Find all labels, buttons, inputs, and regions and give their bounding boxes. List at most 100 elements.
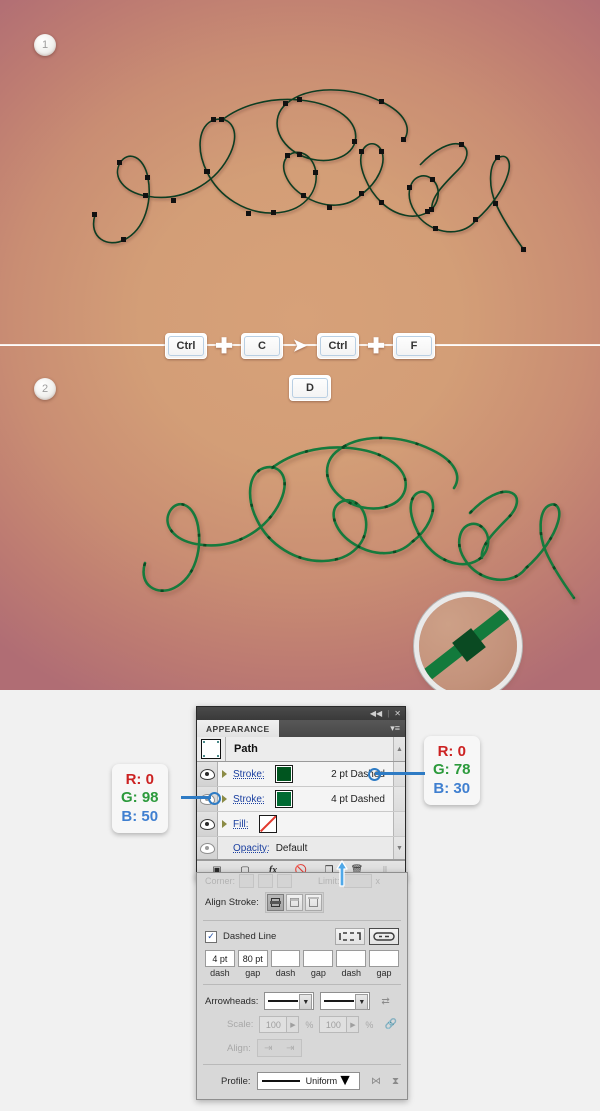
scale-start-value[interactable]: 100 <box>259 1016 288 1033</box>
scale-end-stepper-icon[interactable]: ▶ <box>347 1016 360 1033</box>
align-arrowheads-row: Align: ⇥ ⇥ <box>197 1036 407 1060</box>
appearance-row-stroke-2[interactable]: Stroke: 4 pt Dashed <box>197 787 405 812</box>
scrollbar-track[interactable] <box>393 787 405 811</box>
stroke-panel-divider-2 <box>203 984 401 985</box>
callout-right-r: R: 0 <box>437 743 466 760</box>
callout-left-b: B: 50 <box>121 807 159 825</box>
flip-across-icon[interactable]: ⧗ <box>392 1076 399 1087</box>
callout-rgb-right: R: 0 G: 78 B: 30 <box>424 736 480 805</box>
arrowheads-row: Arrowheads: ▼ ▼ ⇄ <box>197 989 407 1013</box>
chevron-down-icon[interactable]: ▼ <box>337 1072 353 1090</box>
appearance-row-fill[interactable]: Fill: <box>197 812 405 837</box>
appearance-row-opacity[interactable]: Opacity: Default ▼ <box>197 837 405 860</box>
callout-right-g: G: 78 <box>433 761 471 779</box>
connector-dot-right <box>368 768 381 781</box>
stroke-panel-divider-3 <box>203 1064 401 1065</box>
dash-gap-fields: 4 pt 80 pt <box>197 948 407 967</box>
link-scales-icon[interactable]: 🔗 <box>384 1019 396 1030</box>
align-dashes-to-corners-icon[interactable] <box>369 928 399 945</box>
appearance-panel-titlebar[interactable]: ◀◀ | ✕ <box>196 706 406 720</box>
arrowheads-label: Arrowheads: <box>205 995 259 1007</box>
align-stroke-inside-icon[interactable] <box>285 894 303 911</box>
align-stroke-center-icon[interactable] <box>266 894 284 911</box>
callout-right-b: B: 30 <box>433 779 471 797</box>
visibility-toggle[interactable] <box>197 812 218 836</box>
gap-field-2[interactable] <box>303 950 334 967</box>
chevron-down-icon[interactable]: ▼ <box>299 994 313 1010</box>
dash-field-2[interactable] <box>270 950 301 967</box>
scale-end-stepper[interactable]: 100 ▶ <box>319 1016 360 1033</box>
arrowhead-end-dropdown[interactable]: ▼ <box>320 992 371 1010</box>
collapse-icon[interactable]: ◀◀ <box>370 709 382 718</box>
place-arrow-tip-icon[interactable]: ⇥ <box>281 1041 300 1055</box>
visibility-toggle[interactable] <box>197 837 218 859</box>
limit-suffix: x <box>375 876 381 886</box>
corner-round-join-icon[interactable] <box>258 874 274 888</box>
gap-field-3[interactable] <box>369 950 399 967</box>
profile-dropdown[interactable]: Uniform ▼ <box>256 1072 360 1090</box>
gap-caption-1: gap <box>245 968 261 978</box>
scale-end-value[interactable]: 100 <box>319 1016 348 1033</box>
dashed-line-label: Dashed Line <box>223 931 277 942</box>
appearance-object-row[interactable]: Path ▲ <box>197 737 405 762</box>
gap-field-1[interactable]: 80 pt <box>237 950 268 967</box>
opacity-label[interactable]: Opacity: <box>233 843 270 854</box>
scale-row: Scale: 100 ▶ % 100 ▶ % 🔗 <box>197 1013 407 1036</box>
disclosure-triangle[interactable] <box>218 820 231 828</box>
connector-right <box>375 772 425 775</box>
align-arrowheads-buttons: ⇥ ⇥ <box>256 1039 302 1057</box>
dashed-line-checkbox[interactable]: ✓ <box>205 930 217 943</box>
screenshot-root: 1 2 Ctrl ✚ C ➤ Ctrl ✚ F D ◀◀ | ✕ APPEARA… <box>0 0 600 1111</box>
stroke-corner-row-obscured: Corner: Limit: x <box>197 873 407 889</box>
close-icon[interactable]: ✕ <box>394 709 401 718</box>
gap-caption-3: gap <box>376 968 392 978</box>
align-stroke-label: Align Stroke: <box>205 897 259 908</box>
attribute-label[interactable]: Stroke: <box>233 794 265 805</box>
corner-bevel-join-icon[interactable] <box>277 874 293 888</box>
anchor-points-group <box>92 97 526 252</box>
scale-label: Scale: <box>227 1019 254 1030</box>
swap-arrowheads-icon[interactable]: ⇄ <box>381 996 389 1007</box>
corner-miter-join-icon[interactable] <box>239 874 255 888</box>
dash-field-1[interactable]: 4 pt <box>205 950 235 967</box>
callout-left-g: G: 98 <box>121 789 159 807</box>
stroke-color-swatch[interactable] <box>274 790 293 808</box>
align-stroke-buttons <box>264 892 324 913</box>
tab-appearance[interactable]: APPEARANCE <box>197 720 279 737</box>
scroll-down-arrow[interactable]: ▼ <box>393 837 405 859</box>
disclosure-triangle[interactable] <box>218 770 231 778</box>
flip-along-icon[interactable]: ⋈ <box>371 1076 381 1087</box>
scale-start-stepper-icon[interactable]: ▶ <box>287 1016 300 1033</box>
arrowhead-start-dropdown[interactable]: ▼ <box>264 992 315 1010</box>
visibility-toggle[interactable] <box>197 762 218 786</box>
dash-caption-1: dash <box>210 968 230 978</box>
dashed-line-row: ✓ Dashed Line <box>197 925 407 948</box>
stroke-panel[interactable]: Corner: Limit: x Align Stroke: ✓ Dashed … <box>196 872 408 1100</box>
preserve-exact-dash-lengths-icon[interactable] <box>335 928 365 945</box>
attribute-label[interactable]: Stroke: <box>233 769 265 780</box>
dash-field-3[interactable] <box>336 950 367 967</box>
profile-value: Uniform <box>305 1076 338 1086</box>
stroke-panel-divider-1 <box>203 920 401 921</box>
dash-caption-3: dash <box>341 968 361 978</box>
extend-arrow-tip-icon[interactable]: ⇥ <box>259 1041 278 1055</box>
object-thumbnail <box>197 737 226 761</box>
callout-rgb-left: R: 0 G: 98 B: 50 <box>112 764 168 833</box>
key-label: D <box>306 382 314 394</box>
appearance-panel[interactable]: ◀◀ | ✕ APPEARANCE ▾≡ Path ▲ Stroke: 2 pt… <box>196 706 406 880</box>
object-label: Path <box>234 743 258 755</box>
scale-start-stepper[interactable]: 100 ▶ <box>259 1016 300 1033</box>
align-stroke-row: Align Stroke: <box>197 889 407 916</box>
align-stroke-outside-icon[interactable] <box>304 894 322 911</box>
attribute-label[interactable]: Fill: <box>233 819 249 830</box>
chevron-down-icon[interactable]: ▼ <box>355 994 369 1010</box>
profile-label: Profile: <box>221 1075 251 1087</box>
appearance-panel-body: Path ▲ Stroke: 2 pt Dashed Stroke: 4 pt … <box>196 737 406 880</box>
loupe-content <box>423 605 513 681</box>
scrollbar-track[interactable] <box>393 812 405 836</box>
fill-none-swatch[interactable] <box>258 815 277 833</box>
attribute-value[interactable]: 4 pt Dashed <box>331 794 385 805</box>
stroke-color-swatch[interactable] <box>274 765 293 783</box>
panel-menu-icon[interactable]: ▾≡ <box>390 720 405 737</box>
scroll-up-arrow[interactable]: ▲ <box>393 737 405 761</box>
